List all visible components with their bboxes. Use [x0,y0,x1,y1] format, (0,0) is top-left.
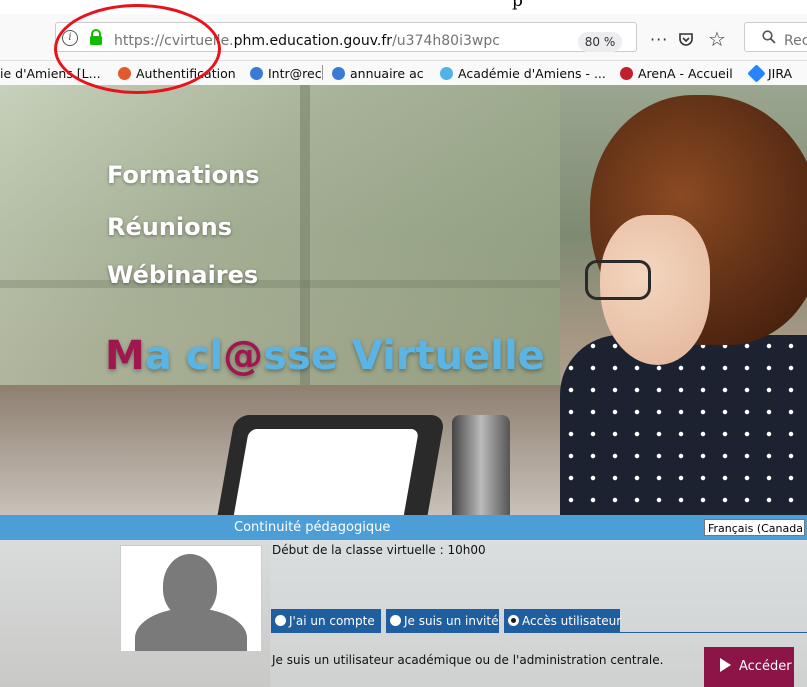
url-bar: i https://cvirtuelle.phm.education.gouv.… [0,14,807,61]
brand-title-rest: sse Virtuelle [263,333,545,379]
lock-icon[interactable] [89,29,103,45]
avatar-placeholder-icon [120,545,262,652]
bookmarks-toolbar: ie d'Amiens [L... Authentification Intr@… [0,61,807,86]
bookmark-item[interactable]: Intr@rec [250,66,322,81]
hero-laptop-screen [226,429,420,515]
access-button[interactable]: Accéder [704,647,794,687]
search-icon [762,30,776,44]
hero-cup [452,415,510,515]
bookmark-item[interactable]: JIRA [747,64,793,83]
session-start-text: Début de la classe virtuelle : 10h00 [272,543,486,557]
bookmark-favicon-icon [747,64,766,83]
hero-line-webinaires: Wébinaires [107,261,259,289]
brand-title: Ma cl@sse Virtuelle [105,333,545,379]
star-icon[interactable]: ☆ [708,27,726,51]
bookmark-item[interactable]: annuaire ac [332,66,424,81]
avatar-head [163,554,217,618]
brand-title-m: M [105,333,145,379]
radio-selected-icon[interactable] [508,615,519,626]
choice-guest[interactable]: Je suis un invité [386,609,499,633]
bookmark-separator [322,65,323,80]
choice-tabs-underline [620,632,807,633]
search-placeholder: Rec [784,33,807,49]
radio-icon[interactable] [275,615,286,626]
header-bar: Continuité pédagogique Français (Canada) [0,515,807,540]
url-path: /u374h80i3wpc [392,33,500,49]
choice-user-access[interactable]: Accès utilisateur [504,609,622,633]
hero-person-glasses [585,260,651,300]
more-icon[interactable]: ··· [650,30,668,49]
url-text[interactable]: https://cvirtuelle.phm.education.gouv.fr… [114,33,500,49]
choice-label: Accès utilisateur [522,614,622,628]
bookmark-item[interactable]: ArenA - Accueil [620,66,733,81]
hero-line-formations: Formations [107,161,260,189]
url-domain: phm.education.gouv.fr [233,33,393,49]
play-icon [720,658,731,672]
bookmark-label: Authentification [136,66,236,81]
bookmark-label: ArenA - Accueil [638,66,733,81]
brand-title-a: a cl [144,333,224,379]
bookmark-item[interactable]: ie d'Amiens [L... [0,66,101,81]
bookmark-label: annuaire ac [350,66,424,81]
info-icon[interactable]: i [62,30,78,46]
bookmark-label: JIRA [768,66,793,81]
bookmark-label: Intr@rec [268,66,322,81]
access-description: Je suis un utilisateur académique ou de … [272,653,664,667]
bookmark-favicon-icon [332,67,345,80]
hero-line-reunions: Réunions [107,213,233,241]
choice-label: Je suis un invité [404,614,499,628]
radio-icon[interactable] [390,615,401,626]
bookmark-item[interactable]: Académie d'Amiens - ... [440,66,606,81]
bookmark-favicon-icon [620,67,633,80]
hero-background-mullion [0,280,560,288]
bookmark-favicon-icon [250,67,263,80]
bookmark-label: ie d'Amiens [L... [0,66,101,81]
bookmark-favicon-icon [440,67,453,80]
header-bar-title: Continuité pédagogique [234,520,391,535]
pocket-icon[interactable] [678,31,694,47]
top-cut-text: p [512,0,523,11]
choice-have-account[interactable]: J'ai un compte [271,609,381,633]
hero-banner: Formations Réunions Wébinaires Ma cl@sse… [0,85,807,515]
top-cut-strip: p [0,0,807,14]
access-button-label: Accéder [739,659,792,674]
zoom-badge[interactable]: 80 % [578,32,622,52]
bookmark-item[interactable]: Authentification [118,66,236,81]
hero-person-body [560,335,807,515]
bookmark-favicon-icon [118,67,131,80]
url-scheme: https://cvirtuelle. [114,33,234,49]
brand-title-at: @ [223,333,264,379]
language-select[interactable]: Français (Canada) [704,519,805,536]
choice-label: J'ai un compte [289,614,375,628]
bookmark-label: Académie d'Amiens - ... [458,66,606,81]
